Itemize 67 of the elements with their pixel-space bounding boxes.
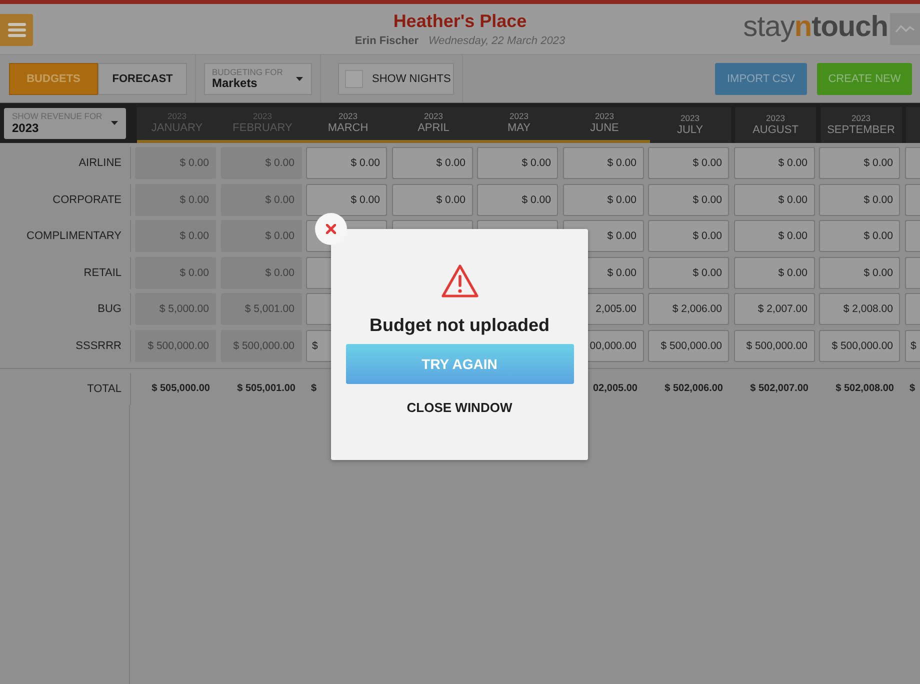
total-value: $ 502,007.00	[749, 382, 810, 396]
amount-field[interactable]: $ 500,000.00	[648, 330, 729, 362]
row-label: CORPORATE	[0, 184, 130, 216]
caret-icon	[296, 76, 303, 80]
amount-field[interactable]: $ 0.00	[648, 184, 729, 216]
checkbox-label: SHOW NIGHTS	[372, 72, 451, 84]
total-value: 02,005.00	[592, 382, 638, 396]
dropdown-value: 2023	[12, 122, 40, 134]
month-tab[interactable]: 2023 MAY	[478, 107, 564, 143]
tab[interactable]: FORECAST	[98, 62, 187, 94]
total-label: TOTAL	[0, 372, 130, 405]
month-tab[interactable]: 2023 JUNE	[564, 107, 650, 143]
user-name: Erin Fischer	[354, 35, 418, 47]
amount-field[interactable]: $ 2,007.00	[734, 293, 814, 326]
amount-field[interactable]: $ 500,000.00	[819, 330, 900, 362]
month-tab[interactable]: 2023 SEPTEMBER	[820, 107, 902, 143]
menu-button[interactable]	[0, 14, 33, 46]
amount-field[interactable]: $ 0.00	[562, 184, 644, 216]
amount-field[interactable]: $ 0.00	[562, 147, 644, 179]
amount-field[interactable]: $ 0.00	[392, 184, 472, 216]
total-value: $	[310, 382, 318, 396]
row-label: RETAIL	[0, 256, 130, 289]
menu-icon	[8, 22, 26, 38]
dropdown-value: Markets	[212, 77, 258, 90]
amount-field[interactable]: $ 0.00	[819, 184, 900, 216]
total-value: $ 502,006.00	[664, 382, 724, 396]
amount-field[interactable]: $ 0.00	[819, 256, 900, 289]
month-tab[interactable]: 2023 AUGUST	[735, 107, 816, 143]
total-value: $ 502,008.00	[834, 382, 895, 396]
row-label: COMPLIMENTARY	[0, 220, 130, 252]
chart-button[interactable]	[890, 13, 920, 45]
amount-field[interactable]: $ 0.00	[306, 184, 387, 216]
line-chart-icon	[895, 23, 915, 35]
amount-field[interactable]: $ 0.00	[734, 147, 814, 179]
hotel-name: Heather's Place	[393, 11, 527, 32]
logo: stayntouch	[743, 10, 888, 44]
amount-field[interactable]: $	[904, 330, 920, 362]
close-window-link[interactable]: CLOSE WINDOW	[402, 396, 516, 419]
amount-field[interactable]: $ 0.00	[392, 147, 472, 179]
close-icon	[326, 224, 336, 234]
row-label: BUG	[0, 293, 130, 326]
dialog-message: Budget not uploaded	[370, 315, 550, 336]
amount-field[interactable]: $ 2,008.00	[819, 293, 900, 326]
total-value: $	[908, 382, 916, 396]
month-tab[interactable]: 2023 JULY	[650, 107, 730, 143]
total-value: $ 505,000.00	[150, 382, 211, 396]
amount-field[interactable]: $ 2,006.00	[648, 293, 729, 326]
amount-field[interactable]: $ 0.00	[648, 256, 729, 289]
caret-icon	[111, 121, 118, 125]
row-label: AIRLINE	[0, 147, 130, 179]
month-tab[interactable]: 2023 MARCH	[308, 107, 393, 143]
amount-field[interactable]: $ 0.00	[477, 147, 558, 179]
amount-field[interactable]: $ 0.00	[734, 220, 814, 252]
amount-field[interactable]: $ 0.00	[734, 184, 814, 216]
amount-field[interactable]: $ 0.00	[648, 220, 729, 252]
warning-icon	[440, 264, 478, 298]
amount-field[interactable]: $ 0.00	[648, 147, 729, 179]
total-value: $ 505,001.00	[236, 382, 296, 396]
amount-field[interactable]: $ 0.00	[477, 184, 558, 216]
amount-field[interactable]: $ 0.00	[819, 147, 900, 179]
amount-field[interactable]: $ 0.00	[306, 147, 387, 179]
current-date: Wednesday, 22 March 2023	[428, 35, 566, 47]
amount-field[interactable]: $ 500,000.00	[734, 330, 814, 362]
amount-field[interactable]: $ 0.00	[819, 220, 900, 252]
amount-field[interactable]: $ 0.00	[734, 256, 814, 289]
month-tab[interactable]: 2023 APRIL	[393, 107, 478, 143]
row-label: SSSRRR	[0, 330, 130, 362]
